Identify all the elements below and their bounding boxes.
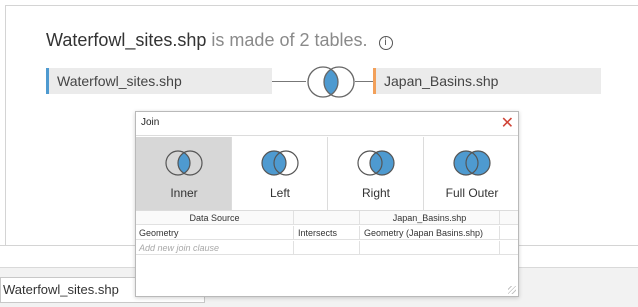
data-source-name[interactable]: Waterfowl_sites.shp <box>46 30 206 50</box>
canvas-top-border <box>5 5 638 6</box>
join-type-inner[interactable]: Inner <box>136 137 232 210</box>
left-field-cell[interactable]: Geometry <box>136 226 294 240</box>
join-type-right-label: Right <box>361 186 390 200</box>
join-type-full-outer[interactable]: Full Outer <box>424 137 520 210</box>
add-join-clause-placeholder[interactable]: Add new join clause <box>136 241 294 255</box>
data-source-description: is made of 2 tables. <box>211 30 368 50</box>
join-type-selector: Inner Left Right Full Outer <box>136 137 518 211</box>
inner-join-icon <box>165 150 203 176</box>
right-field-cell[interactable]: Geometry (Japan Basins.shp) <box>360 226 500 240</box>
close-icon[interactable]: ✕ <box>501 113 514 133</box>
join-type-full-outer-label: Full Outer <box>445 186 499 200</box>
right-table-label: Japan_Basins.shp <box>384 73 499 89</box>
operator-cell[interactable]: Intersects <box>294 226 360 240</box>
left-table-pill[interactable]: Waterfowl_sites.shp <box>46 68 272 94</box>
canvas-left-border <box>5 5 6 245</box>
info-icon[interactable]: i <box>378 36 393 50</box>
add-join-clause-row[interactable]: Add new join clause <box>136 241 518 255</box>
join-link-line-right <box>355 81 373 82</box>
join-type-left-label: Left <box>269 186 290 200</box>
add-row-spacer-cell <box>500 241 518 255</box>
join-dialog-title: Join <box>141 117 160 128</box>
join-type-inner-label: Inner <box>170 186 198 200</box>
bottom-table-tab-label: Waterfowl_sites.shp <box>3 282 119 297</box>
column-header-spacer <box>500 211 518 225</box>
column-header-operator <box>294 211 360 225</box>
join-clause-header-row: Data Source Japan_Basins.shp <box>136 211 518 225</box>
join-clause-row[interactable]: Geometry Intersects Geometry (Japan Basi… <box>136 226 518 240</box>
data-source-header: Waterfowl_sites.shp is made of 2 tables.… <box>46 28 393 52</box>
column-header-data-source: Data Source <box>136 211 294 225</box>
join-dialog: Join ✕ Inner Left Right Full Outer Data … <box>135 111 519 297</box>
join-type-left[interactable]: Left <box>232 137 328 210</box>
row-spacer-cell <box>500 226 518 240</box>
join-dialog-titlebar: Join ✕ <box>136 112 518 136</box>
add-row-operator-cell <box>294 241 360 255</box>
join-venn-icon[interactable] <box>304 63 358 106</box>
resize-grip-icon[interactable] <box>508 286 516 294</box>
join-type-right[interactable]: Right <box>328 137 424 210</box>
left-join-icon <box>261 150 299 176</box>
column-header-right-table: Japan_Basins.shp <box>360 211 500 225</box>
right-table-pill[interactable]: Japan_Basins.shp <box>373 68 601 94</box>
left-table-label: Waterfowl_sites.shp <box>57 73 182 89</box>
join-link-line-left <box>272 81 306 82</box>
full-outer-join-icon <box>453 150 491 176</box>
right-join-icon <box>357 150 395 176</box>
add-row-right-cell <box>360 241 500 255</box>
